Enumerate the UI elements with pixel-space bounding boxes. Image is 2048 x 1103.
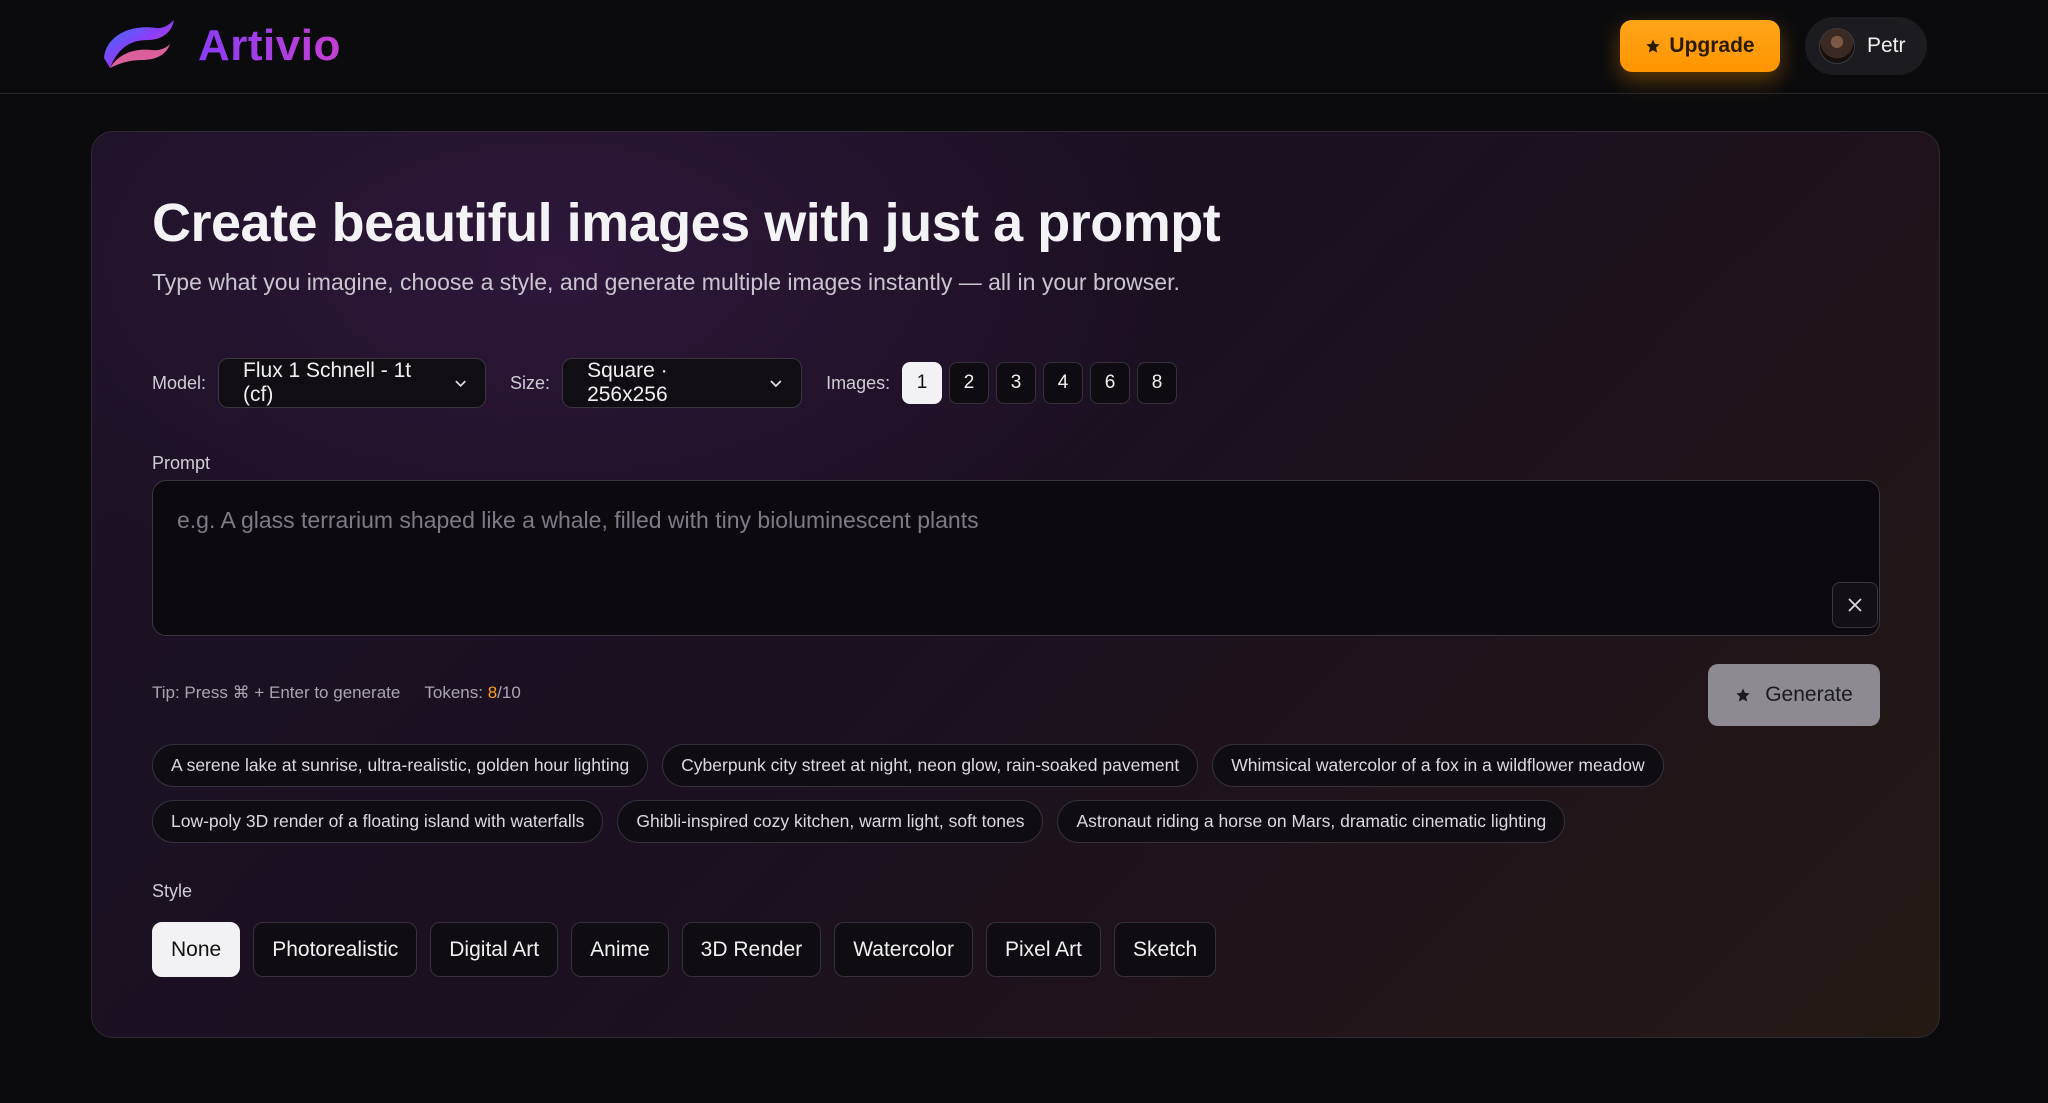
size-value: Square · 256x256	[587, 359, 668, 406]
style-sketch[interactable]: Sketch	[1114, 922, 1217, 977]
avatar	[1819, 28, 1855, 64]
generator-card: Create beautiful images with just a prom…	[91, 131, 1940, 1038]
model-label: Model:	[152, 372, 207, 393]
style-3d-render[interactable]: 3D Render	[681, 922, 822, 977]
size-select[interactable]: Square · 256x256	[562, 358, 803, 408]
image-count-6[interactable]: 6	[1090, 362, 1131, 404]
suggestion-chip[interactable]: Whimsical watercolor of a fox in a wildf…	[1212, 744, 1664, 787]
user-menu[interactable]: Petr	[1805, 17, 1927, 75]
page-title: Create beautiful images with just a prom…	[152, 193, 1221, 253]
style-options: None Photorealistic Digital Art Anime 3D…	[152, 922, 1217, 977]
generate-button[interactable]: Generate	[1708, 664, 1880, 726]
prompt-suggestions: A serene lake at sunrise, ultra-realisti…	[152, 744, 1852, 856]
style-photorealistic[interactable]: Photorealistic	[253, 922, 418, 977]
style-none[interactable]: None	[152, 922, 241, 977]
artivio-logo-icon	[104, 20, 174, 68]
image-count-1[interactable]: 1	[902, 362, 943, 404]
top-bar: Artivio Upgrade Petr	[0, 0, 2048, 94]
style-anime[interactable]: Anime	[571, 922, 669, 977]
image-count-3[interactable]: 3	[996, 362, 1037, 404]
generation-controls: Model: Flux 1 Schnell - 1t (cf) Size: Sq…	[152, 358, 1184, 408]
suggestion-row: A serene lake at sunrise, ultra-realisti…	[152, 744, 1852, 787]
logo[interactable]: Artivio	[100, 18, 341, 74]
shortcut-tip: Tip: Press ⌘ + Enter to generate	[152, 683, 401, 702]
style-label: Style	[152, 881, 193, 901]
tip-row: Tip: Press ⌘ + Enter to generate Tokens:…	[152, 683, 521, 703]
chevron-down-icon	[770, 380, 782, 388]
suggestion-chip[interactable]: A serene lake at sunrise, ultra-realisti…	[152, 744, 649, 787]
tokens-label: Tokens:	[424, 683, 483, 702]
images-label: Images:	[826, 372, 891, 393]
prompt-label: Prompt	[152, 453, 211, 473]
image-count-8[interactable]: 8	[1137, 362, 1178, 404]
suggestion-chip[interactable]: Astronaut riding a horse on Mars, dramat…	[1057, 800, 1566, 843]
model-value: Flux 1 Schnell - 1t (cf)	[243, 359, 412, 406]
tokens-total: /10	[497, 683, 521, 702]
prompt-input[interactable]	[153, 481, 1879, 635]
clear-prompt-button[interactable]	[1832, 582, 1878, 628]
suggestion-chip[interactable]: Ghibli-inspired cozy kitchen, warm light…	[617, 800, 1044, 843]
style-watercolor[interactable]: Watercolor	[834, 922, 973, 977]
brand-name: Artivio	[198, 21, 341, 70]
suggestion-chip[interactable]: Cyberpunk city street at night, neon glo…	[662, 744, 1199, 787]
image-count-2[interactable]: 2	[949, 362, 990, 404]
size-label: Size:	[510, 372, 551, 393]
star-icon	[1736, 688, 1750, 702]
generate-label: Generate	[1765, 683, 1853, 706]
upgrade-button[interactable]: Upgrade	[1620, 20, 1780, 72]
tokens-used: 8	[487, 683, 498, 702]
suggestion-row: Low-poly 3D render of a floating island …	[152, 800, 1852, 843]
upgrade-label: Upgrade	[1669, 34, 1755, 57]
page-subtitle: Type what you imagine, choose a style, a…	[152, 269, 1180, 295]
style-digital-art[interactable]: Digital Art	[430, 922, 559, 977]
user-name: Petr	[1867, 34, 1906, 57]
image-count-group: 1 2 3 4 6 8	[902, 362, 1184, 404]
token-counter: Tokens: 8/10	[424, 683, 520, 703]
style-pixel-art[interactable]: Pixel Art	[985, 922, 1102, 977]
star-icon	[1646, 39, 1661, 53]
prompt-container	[152, 480, 1880, 636]
suggestion-chip[interactable]: Low-poly 3D render of a floating island …	[152, 800, 604, 843]
chevron-down-icon	[455, 380, 466, 388]
close-icon	[1848, 598, 1862, 612]
model-select[interactable]: Flux 1 Schnell - 1t (cf)	[218, 358, 487, 408]
image-count-4[interactable]: 4	[1043, 362, 1084, 404]
